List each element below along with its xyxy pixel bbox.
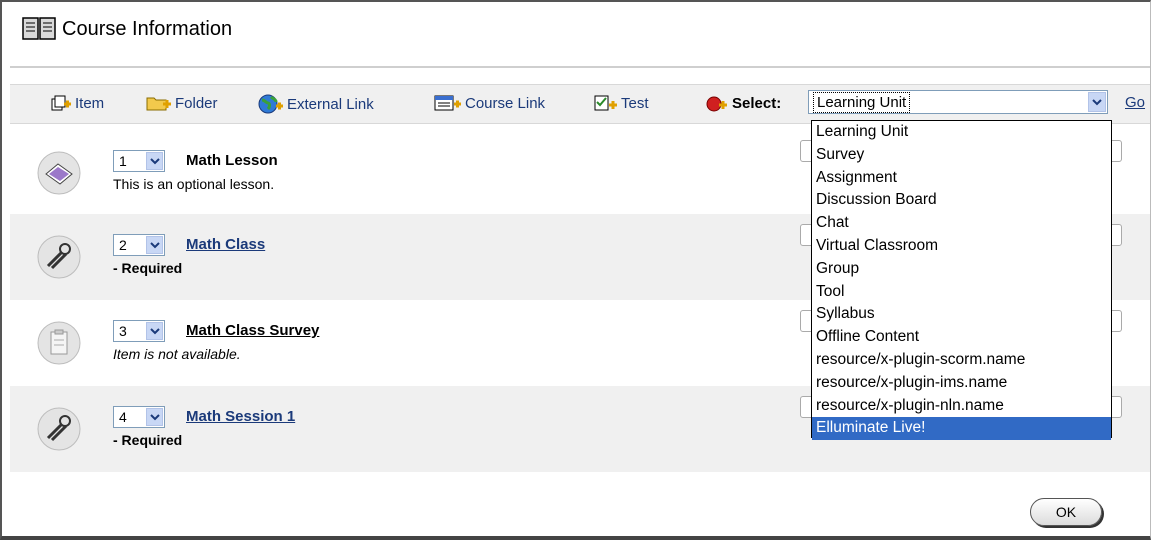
add-external-link-button[interactable]: External Link — [258, 94, 374, 114]
item-title-link[interactable]: Math Class Survey — [186, 322, 319, 339]
item-icon — [51, 95, 71, 111]
tools-icon — [37, 235, 81, 279]
item-label: Item — [75, 94, 105, 112]
item-title-link[interactable]: Math Class — [186, 236, 265, 253]
page-title: Course Information — [62, 17, 233, 40]
chevron-down-icon — [146, 322, 163, 340]
item-description: - Required — [113, 260, 183, 276]
select-label: Select: — [706, 94, 781, 112]
page-header: Course Information — [22, 12, 232, 46]
course-information-window: Course Information Item Folder External … — [0, 0, 1151, 540]
chevron-down-icon — [146, 236, 163, 254]
globe-icon — [258, 94, 283, 114]
select-value: Learning Unit — [813, 92, 911, 113]
item-title-link[interactable]: Math Session 1 — [186, 408, 295, 425]
dropdown-option[interactable]: Offline Content — [812, 326, 1111, 349]
dropdown-option[interactable]: Group — [812, 258, 1111, 281]
dropdown-option-highlighted[interactable]: Elluminate Live! — [812, 417, 1111, 441]
item-description: - Required — [113, 432, 183, 448]
divider — [10, 66, 1150, 68]
order-select[interactable]: 4 — [113, 406, 165, 428]
dropdown-option[interactable]: Learning Unit — [812, 121, 1111, 144]
content-type-dropdown-list: Learning Unit Survey Assignment Discussi… — [811, 120, 1112, 441]
content-type-select[interactable]: Learning Unit — [808, 90, 1108, 114]
course-link-label: Course Link — [465, 94, 546, 112]
item-title: Math Lesson — [186, 152, 278, 169]
go-button[interactable]: Go — [1125, 94, 1145, 111]
dropdown-option[interactable]: Chat — [812, 212, 1111, 235]
dropdown-option[interactable]: resource/x-plugin-nln.name — [812, 395, 1111, 418]
lesson-icon — [37, 151, 81, 195]
external-link-label: External Link — [287, 95, 374, 113]
add-item-button[interactable]: Item — [50, 94, 104, 112]
tools-icon — [37, 407, 81, 451]
dropdown-option[interactable]: Virtual Classroom — [812, 235, 1111, 258]
dropdown-option[interactable]: Discussion Board — [812, 189, 1111, 212]
ok-button[interactable]: OK — [1030, 498, 1102, 526]
course-link-icon — [434, 95, 461, 111]
survey-icon — [37, 321, 81, 365]
dropdown-option[interactable]: Assignment — [812, 167, 1111, 190]
order-select[interactable]: 2 — [113, 234, 165, 256]
order-select[interactable]: 1 — [113, 150, 165, 172]
dropdown-option[interactable]: Survey — [812, 144, 1111, 167]
chevron-down-icon — [146, 408, 163, 426]
folder-label: Folder — [175, 94, 218, 112]
dropdown-option[interactable]: resource/x-plugin-scorm.name — [812, 349, 1111, 372]
dropdown-option[interactable]: Tool — [812, 281, 1111, 304]
book-icon — [22, 17, 56, 40]
add-course-link-button[interactable]: Course Link — [434, 94, 545, 112]
folder-icon — [146, 97, 171, 111]
add-folder-button[interactable]: Folder — [146, 94, 218, 112]
select-add-icon — [706, 96, 727, 112]
item-description: This is an optional lesson. — [113, 176, 275, 192]
test-label: Test — [621, 94, 649, 112]
chevron-down-icon[interactable] — [1088, 92, 1106, 112]
test-icon — [594, 95, 617, 111]
chevron-down-icon — [146, 152, 163, 170]
dropdown-option[interactable]: resource/x-plugin-ims.name — [812, 372, 1111, 395]
item-description: Item is not available. — [113, 346, 241, 362]
dropdown-option[interactable]: Syllabus — [812, 303, 1111, 326]
add-test-button[interactable]: Test — [594, 94, 649, 112]
order-select[interactable]: 3 — [113, 320, 165, 342]
